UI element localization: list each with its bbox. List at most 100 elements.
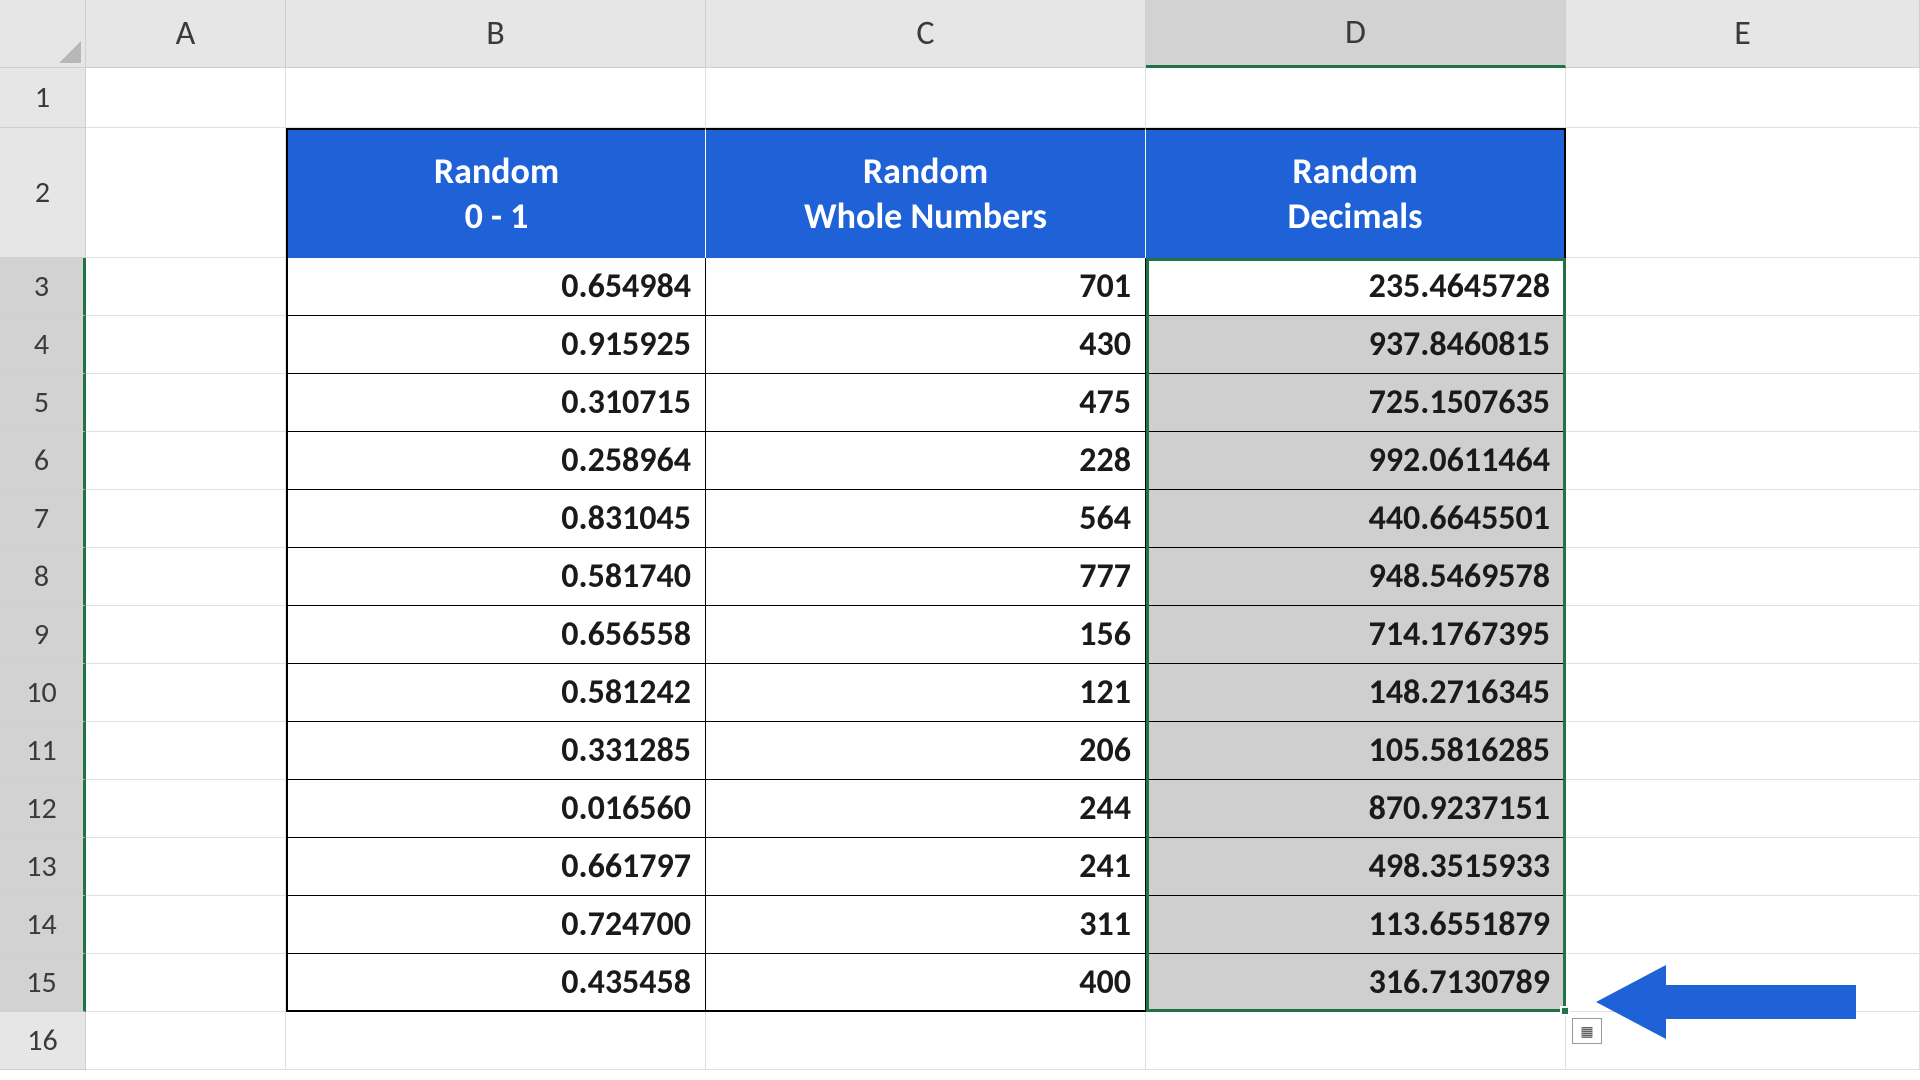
row-header-9[interactable]: 9 — [0, 606, 86, 664]
cell-A1[interactable] — [86, 68, 286, 128]
cell-C8[interactable]: 777 — [706, 548, 1146, 606]
cell-D11[interactable]: 105.5816285 — [1146, 722, 1566, 780]
cell-A13[interactable] — [86, 838, 286, 896]
table-header-random-0-1[interactable]: Random 0 - 1 — [286, 128, 706, 258]
row-header-10[interactable]: 10 — [0, 664, 86, 722]
cell-C10[interactable]: 121 — [706, 664, 1146, 722]
cell-B1[interactable] — [286, 68, 706, 128]
cell-A2[interactable] — [86, 128, 286, 258]
cell-A11[interactable] — [86, 722, 286, 780]
cell-C16[interactable] — [706, 1012, 1146, 1070]
cell-D14[interactable]: 113.6551879 — [1146, 896, 1566, 954]
cell-A6[interactable] — [86, 432, 286, 490]
cell-B15[interactable]: 0.435458 — [286, 954, 706, 1012]
cell-A15[interactable] — [86, 954, 286, 1012]
cell-C6[interactable]: 228 — [706, 432, 1146, 490]
cell-E11[interactable] — [1566, 722, 1920, 780]
row-header-2[interactable]: 2 — [0, 128, 86, 258]
row-header-1[interactable]: 1 — [0, 68, 86, 128]
row-header-12[interactable]: 12 — [0, 780, 86, 838]
cell-C3[interactable]: 701 — [706, 258, 1146, 316]
cell-E6[interactable] — [1566, 432, 1920, 490]
cell-A4[interactable] — [86, 316, 286, 374]
cell-C5[interactable]: 475 — [706, 374, 1146, 432]
row-header-7[interactable]: 7 — [0, 490, 86, 548]
cell-A10[interactable] — [86, 664, 286, 722]
cell-B7[interactable]: 0.831045 — [286, 490, 706, 548]
cell-E13[interactable] — [1566, 838, 1920, 896]
cell-D10[interactable]: 148.2716345 — [1146, 664, 1566, 722]
cell-D8[interactable]: 948.5469578 — [1146, 548, 1566, 606]
cell-B11[interactable]: 0.331285 — [286, 722, 706, 780]
column-header-B[interactable]: B — [286, 0, 706, 68]
cell-D13[interactable]: 498.3515933 — [1146, 838, 1566, 896]
cell-E12[interactable] — [1566, 780, 1920, 838]
cell-C7[interactable]: 564 — [706, 490, 1146, 548]
cell-C12[interactable]: 244 — [706, 780, 1146, 838]
row-header-3[interactable]: 3 — [0, 258, 86, 316]
cell-A5[interactable] — [86, 374, 286, 432]
cell-D16[interactable] — [1146, 1012, 1566, 1070]
table-header-random-whole[interactable]: Random Whole Numbers — [706, 128, 1146, 258]
cell-B3[interactable]: 0.654984 — [286, 258, 706, 316]
cell-D5[interactable]: 725.1507635 — [1146, 374, 1566, 432]
column-header-A[interactable]: A — [86, 0, 286, 68]
cell-B10[interactable]: 0.581242 — [286, 664, 706, 722]
cell-A16[interactable] — [86, 1012, 286, 1070]
cell-E15[interactable] — [1566, 954, 1920, 1012]
cell-E2[interactable] — [1566, 128, 1920, 258]
select-all-corner[interactable] — [0, 0, 86, 68]
row-header-5[interactable]: 5 — [0, 374, 86, 432]
cell-C9[interactable]: 156 — [706, 606, 1146, 664]
column-header-E[interactable]: E — [1566, 0, 1920, 68]
cell-B6[interactable]: 0.258964 — [286, 432, 706, 490]
cell-D6[interactable]: 992.0611464 — [1146, 432, 1566, 490]
cell-E5[interactable] — [1566, 374, 1920, 432]
row-header-4[interactable]: 4 — [0, 316, 86, 374]
cell-D15[interactable]: 316.7130789 — [1146, 954, 1566, 1012]
table-header-random-decimals[interactable]: Random Decimals — [1146, 128, 1566, 258]
cell-C1[interactable] — [706, 68, 1146, 128]
cell-D7[interactable]: 440.6645501 — [1146, 490, 1566, 548]
grid-body[interactable]: Random 0 - 1Random Whole NumbersRandom D… — [86, 68, 1920, 1070]
cell-E8[interactable] — [1566, 548, 1920, 606]
cell-B16[interactable] — [286, 1012, 706, 1070]
column-header-C[interactable]: C — [706, 0, 1146, 68]
autofill-options-button[interactable]: ▦ — [1572, 1018, 1602, 1044]
cell-D3[interactable]: 235.4645728 — [1146, 258, 1566, 316]
cell-C13[interactable]: 241 — [706, 838, 1146, 896]
cell-C11[interactable]: 206 — [706, 722, 1146, 780]
cell-D12[interactable]: 870.9237151 — [1146, 780, 1566, 838]
column-header-D[interactable]: D — [1146, 0, 1566, 68]
row-header-8[interactable]: 8 — [0, 548, 86, 606]
row-header-15[interactable]: 15 — [0, 954, 86, 1012]
cell-B9[interactable]: 0.656558 — [286, 606, 706, 664]
cell-E4[interactable] — [1566, 316, 1920, 374]
row-header-6[interactable]: 6 — [0, 432, 86, 490]
cell-A3[interactable] — [86, 258, 286, 316]
cell-E3[interactable] — [1566, 258, 1920, 316]
cell-E14[interactable] — [1566, 896, 1920, 954]
cell-E16[interactable] — [1566, 1012, 1920, 1070]
row-header-16[interactable]: 16 — [0, 1012, 86, 1070]
cell-A8[interactable] — [86, 548, 286, 606]
cell-B14[interactable]: 0.724700 — [286, 896, 706, 954]
cell-E9[interactable] — [1566, 606, 1920, 664]
cell-D9[interactable]: 714.1767395 — [1146, 606, 1566, 664]
cell-B12[interactable]: 0.016560 — [286, 780, 706, 838]
cell-A7[interactable] — [86, 490, 286, 548]
cell-C15[interactable]: 400 — [706, 954, 1146, 1012]
cell-B4[interactable]: 0.915925 — [286, 316, 706, 374]
cell-A14[interactable] — [86, 896, 286, 954]
cell-B5[interactable]: 0.310715 — [286, 374, 706, 432]
cell-A9[interactable] — [86, 606, 286, 664]
cell-B8[interactable]: 0.581740 — [286, 548, 706, 606]
cell-B13[interactable]: 0.661797 — [286, 838, 706, 896]
cell-E10[interactable] — [1566, 664, 1920, 722]
cell-E7[interactable] — [1566, 490, 1920, 548]
row-header-14[interactable]: 14 — [0, 896, 86, 954]
cell-E1[interactable] — [1566, 68, 1920, 128]
cell-C4[interactable]: 430 — [706, 316, 1146, 374]
cell-D4[interactable]: 937.8460815 — [1146, 316, 1566, 374]
row-header-13[interactable]: 13 — [0, 838, 86, 896]
